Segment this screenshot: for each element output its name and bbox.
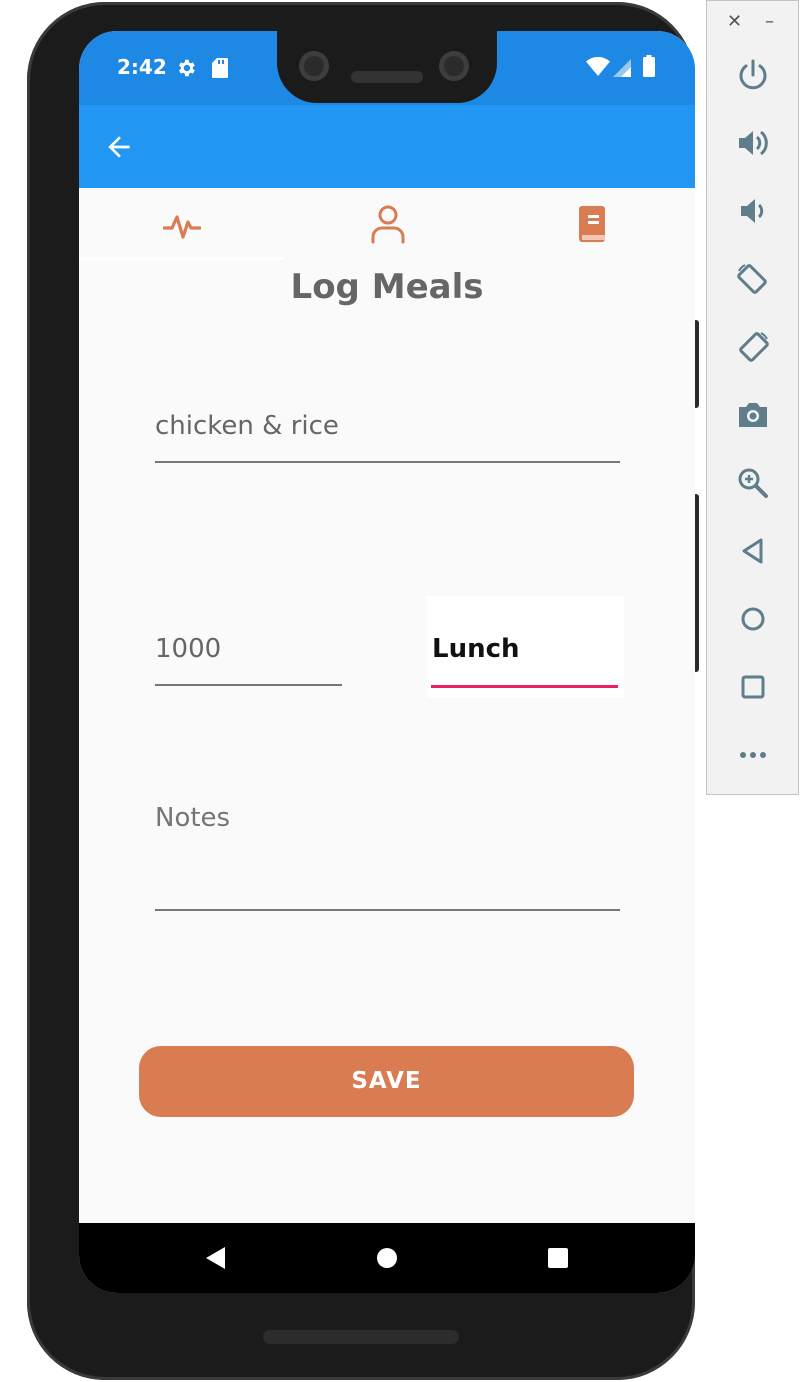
meal-type-underline [431,685,618,688]
notes-field[interactable] [155,803,620,911]
volume-up-icon [739,130,768,156]
activity-icon [163,215,201,239]
home-icon [741,607,765,631]
status-bar: 2:42 [79,31,695,105]
rotate-right-button[interactable] [735,329,771,365]
status-time: 2:42 [117,55,167,79]
minimize-icon[interactable]: – [765,11,774,32]
tab-activity[interactable] [79,188,284,260]
zoom-icon [738,468,768,498]
rotate-left-button[interactable] [735,261,771,297]
overview-icon [741,675,765,699]
calories-field[interactable] [155,634,342,686]
arrow-back-icon [108,136,130,158]
calories-input[interactable] [155,634,342,664]
back-triangle-icon [206,1247,225,1269]
emulator-back-button[interactable] [735,533,771,569]
gear-icon [175,57,197,83]
camera-notch [277,31,497,103]
meal-type-dropdown[interactable]: Lunch [426,596,624,698]
rotate-right-icon [739,332,769,362]
tab-selected-indicator [79,257,284,260]
phone-frame: 2:42 Log Meals chicken & rice 1000 Lunch… [27,2,699,1380]
earpiece-speaker [351,71,423,83]
book-icon [579,206,605,242]
front-camera-left [299,51,329,81]
back-icon [742,538,763,564]
volume-down-icon [741,199,764,223]
emulator-overview-button[interactable] [735,669,771,705]
power-button[interactable] [735,57,771,93]
screenshot-button[interactable] [735,397,771,433]
battery-icon [643,55,655,81]
screenshot-icon [739,403,767,427]
nav-overview-button[interactable] [543,1243,573,1273]
save-button[interactable]: SAVE [139,1046,634,1117]
rotate-left-icon [737,264,767,294]
meal-type-selected: Lunch [432,634,520,664]
nav-back-button[interactable] [201,1243,231,1273]
volume-up-button[interactable] [735,125,771,161]
emulator-more-button[interactable] [735,737,771,773]
page-title: Log Meals [290,267,484,307]
close-icon[interactable]: ✕ [727,11,742,32]
wifi-icon [586,56,610,81]
overview-square-icon [548,1248,568,1268]
cellular-signal-icon [613,59,631,81]
tab-profile[interactable] [284,188,489,260]
phone-screen: 2:42 Log Meals chicken & rice 1000 Lunch… [79,31,695,1293]
power-icon [739,59,767,90]
zoom-button[interactable] [735,465,771,501]
notes-input[interactable] [155,803,620,843]
back-button[interactable] [103,131,135,163]
meal-name-underline [155,461,620,463]
nav-home-button[interactable] [372,1243,402,1273]
sd-card-icon [211,57,229,83]
volume-down-button[interactable] [735,193,771,229]
emulator-home-button[interactable] [735,601,771,637]
front-camera-right [439,51,469,81]
emulator-control-panel: ✕ – [706,0,799,795]
app-bar [79,105,695,188]
tab-journal[interactable] [489,188,694,260]
notes-underline [155,909,620,911]
calories-underline [155,684,342,686]
system-nav-bar [79,1223,695,1293]
more-icon [740,752,766,758]
tab-bar [79,188,695,260]
meal-name-input[interactable] [155,411,620,441]
person-icon [371,205,405,244]
meal-name-field[interactable] [155,411,620,463]
home-circle-icon [377,1248,397,1268]
phone-bottom-speaker [263,1330,459,1344]
